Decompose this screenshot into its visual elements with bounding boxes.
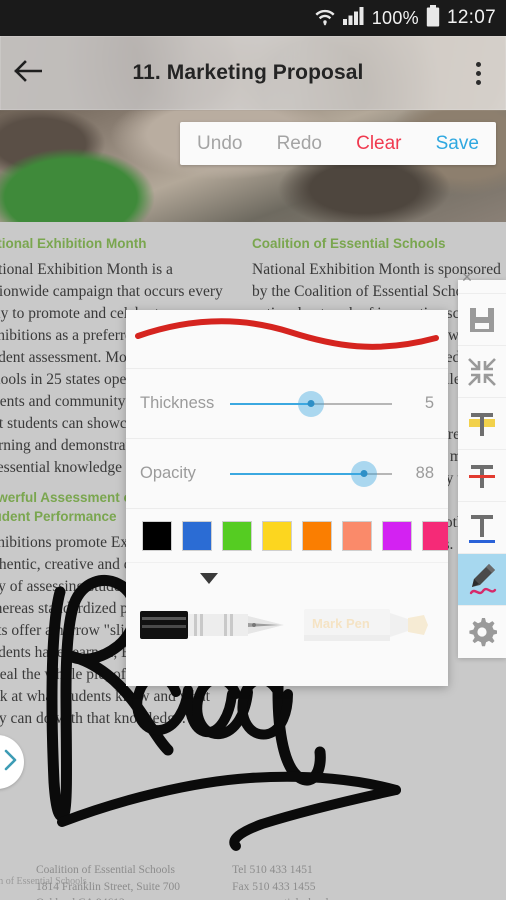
brush-picker-area: Mark Pen (126, 562, 448, 682)
close-icon[interactable]: ✕ (458, 268, 476, 286)
footer-tel: Tel 510 433 1451 (232, 864, 313, 876)
redo-button[interactable]: Redo (271, 129, 328, 159)
app-bar: 11. Marketing Proposal (0, 36, 506, 110)
overflow-menu-button[interactable] (450, 36, 506, 110)
color-swatch-row[interactable] (126, 508, 448, 562)
thickness-slider-thumb[interactable] (307, 400, 315, 407)
color-swatch-black[interactable] (142, 520, 172, 551)
stroke-preview (126, 310, 448, 368)
color-swatch-magenta[interactable] (382, 520, 412, 551)
battery-full-icon (426, 4, 440, 32)
text-strikethrough-icon (469, 464, 495, 488)
gear-icon (469, 618, 497, 647)
footer-address-block: Coalition of Essential Schools 1814 Fran… (36, 862, 180, 900)
settings-icon[interactable] (458, 606, 506, 658)
stroke-preview-curve (135, 318, 439, 350)
battery-percent-label: 100% (371, 7, 419, 28)
clear-button[interactable]: Clear (350, 129, 407, 159)
highlight-text-icon[interactable] (458, 398, 506, 450)
pen-tool-icon[interactable] (458, 554, 506, 606)
footer-org: Coalition of Essential Schools (36, 864, 175, 876)
color-swatch-blue[interactable] (182, 520, 212, 551)
footer-web: www.essentialschools.org (232, 895, 351, 900)
wifi-icon (314, 6, 336, 31)
signal-bars-icon (342, 6, 365, 30)
color-swatch-green[interactable] (222, 520, 252, 551)
opacity-slider-thumb[interactable] (360, 470, 368, 477)
thickness-label: Thickness (140, 394, 215, 412)
screen-root: 100% 12:07 11. Marketing Proposal Undo R… (0, 0, 506, 900)
collapse-arrows-icon (468, 357, 496, 386)
footer-contact-block: Tel 510 433 1451 Fax 510 433 1455 www.es… (232, 862, 351, 900)
footer-city: Oakland CA 94612 (36, 895, 180, 900)
underline-icon[interactable] (458, 502, 506, 554)
back-arrow-icon (14, 59, 43, 87)
page-title: 11. Marketing Proposal (132, 61, 364, 84)
text-underline-icon (469, 514, 495, 543)
right-column-heading: Coalition of Essential Schools (252, 236, 446, 251)
color-swatch-yellow[interactable] (262, 520, 292, 551)
floppy-disk-icon (470, 307, 494, 332)
left-column-heading: National Exhibition Month (0, 236, 147, 251)
opacity-label: Opacity (140, 464, 196, 482)
thickness-setting-row: Thickness 5 (126, 368, 448, 438)
clock-label: 12:07 (446, 7, 496, 28)
thickness-slider[interactable] (230, 390, 392, 417)
collapse-icon[interactable] (458, 346, 506, 398)
strikethrough-icon[interactable] (458, 450, 506, 502)
save-button[interactable]: Save (430, 129, 485, 159)
overflow-menu-icon (475, 61, 481, 85)
color-swatch-pink[interactable] (422, 520, 448, 551)
opacity-setting-row: Opacity 88 (126, 438, 448, 508)
pen-icon (469, 563, 497, 594)
brush-settings-panel: Thickness 5 Opacity 88 Mark Pen (126, 310, 448, 686)
annotation-tool-rail: ✕ (458, 269, 506, 658)
fountain-pen-brush[interactable] (138, 601, 288, 654)
thickness-value: 5 (424, 394, 434, 412)
undo-button[interactable]: Undo (191, 129, 248, 159)
opacity-slider[interactable] (230, 460, 392, 487)
document-footer: Coalition of Essential Schools 1814 Fran… (36, 862, 351, 900)
text-highlight-icon (469, 412, 495, 436)
annotation-action-bar: Undo Redo Clear Save (180, 122, 496, 165)
save-icon[interactable] (458, 294, 506, 346)
chevron-down-icon[interactable] (200, 573, 218, 584)
marker-pen-brush[interactable]: Mark Pen (302, 601, 434, 654)
color-swatch-orange[interactable] (302, 520, 332, 551)
chevron-right-icon (4, 749, 17, 776)
marker-pen-label: Mark Pen (312, 616, 370, 631)
opacity-value: 88 (415, 464, 434, 482)
color-swatch-salmon[interactable] (342, 520, 372, 551)
footer-address: 1814 Franklin Street, Suite 700 (36, 880, 181, 893)
status-bar: 100% 12:07 (0, 0, 506, 36)
footer-fax: Fax 510 433 1455 (232, 880, 316, 893)
opacity-slider-fill (230, 472, 365, 475)
